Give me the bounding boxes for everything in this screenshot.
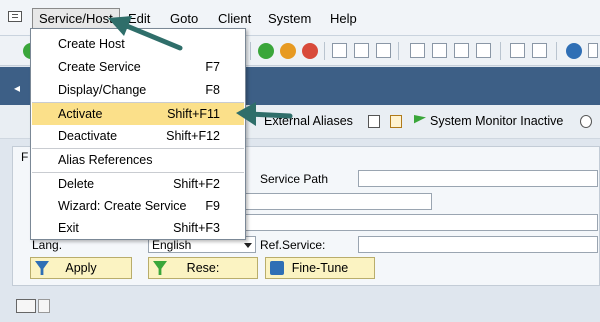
ref-service-input[interactable] <box>358 236 598 253</box>
menu-item-activate[interactable]: Activate Shift+F11 <box>32 103 244 125</box>
apply-label: Apply <box>65 261 97 275</box>
find-next-icon[interactable] <box>376 43 391 58</box>
ref-service-label: Ref.Service: <box>260 238 326 252</box>
service-path-input[interactable] <box>358 170 598 187</box>
lang-label: Lang. <box>32 238 63 252</box>
fine-tune-label: Fine-Tune <box>291 261 349 275</box>
filter-icon <box>35 261 49 275</box>
menu-item-shortcut: Shift+F3 <box>173 221 220 235</box>
title-arrow-icon: ◂ <box>14 81 21 95</box>
menu-item-display-change[interactable]: Display/Change F8 <box>32 79 244 101</box>
panel-label: F <box>21 150 29 164</box>
menu-item-label: Alias References <box>58 153 153 167</box>
menu-item-shortcut: Shift+F11 <box>167 107 220 121</box>
annotation-arrow-activate <box>236 102 293 126</box>
layout-menu-icon[interactable] <box>588 43 598 58</box>
service-host-menu: Create Host Create Service F7 Display/Ch… <box>30 28 246 240</box>
footer-dropdown-icon[interactable] <box>38 299 50 313</box>
menu-item-label: Wizard: Create Service <box>58 199 187 213</box>
apply-button[interactable]: Apply <box>30 257 132 279</box>
flag-icon <box>414 115 426 124</box>
fine-tune-button[interactable]: Fine-Tune <box>265 257 375 279</box>
menu-item-label: Create Service <box>58 60 141 74</box>
menu-help[interactable]: Help <box>330 11 357 26</box>
menu-item-label: Delete <box>58 177 95 191</box>
back-icon[interactable] <box>258 43 274 59</box>
reset-label: Rese: <box>186 261 220 275</box>
menu-system[interactable]: System <box>268 11 311 26</box>
next-page-icon[interactable] <box>454 43 469 58</box>
last-page-icon[interactable] <box>476 43 491 58</box>
print-icon[interactable] <box>332 43 347 58</box>
annotation-arrow-menu <box>108 16 183 51</box>
fine-tune-icon <box>270 261 284 275</box>
previous-page-icon[interactable] <box>432 43 447 58</box>
magic-wand-icon[interactable] <box>390 115 402 128</box>
new-session-icon[interactable] <box>510 43 525 58</box>
lang-select-value: English <box>152 238 192 252</box>
menu-item-wizard-create-service[interactable]: Wizard: Create Service F9 <box>32 195 244 217</box>
find-icon[interactable] <box>354 43 369 58</box>
system-menu-icon[interactable] <box>8 11 22 22</box>
shortcut-icon[interactable] <box>532 43 547 58</box>
menu-item-shortcut: Shift+F2 <box>173 177 220 191</box>
menu-item-shortcut: Shift+F12 <box>166 129 220 143</box>
reset-filter-icon <box>153 261 167 275</box>
service-path-label: Service Path <box>260 172 329 186</box>
document-icon[interactable] <box>368 115 380 128</box>
menu-item-label: Display/Change <box>58 83 147 97</box>
menu-item-create-service[interactable]: Create Service F7 <box>32 56 244 78</box>
exit-icon[interactable] <box>280 43 296 59</box>
text-input-1[interactable] <box>240 193 432 210</box>
first-page-icon[interactable] <box>410 43 425 58</box>
menu-item-label: Deactivate <box>58 129 118 143</box>
help-icon[interactable] <box>566 43 582 59</box>
menu-client[interactable]: Client <box>218 11 251 26</box>
system-monitor-label: System Monitor Inactive <box>430 114 564 128</box>
menu-item-alias-references[interactable]: Alias References <box>32 149 244 171</box>
menu-item-label: Activate <box>58 107 103 121</box>
text-input-2[interactable] <box>240 214 598 231</box>
settings-icon[interactable] <box>580 115 592 128</box>
system-monitor-button[interactable]: System Monitor Inactive <box>414 114 563 128</box>
menu-item-exit[interactable]: Exit Shift+F3 <box>32 217 244 239</box>
menu-item-shortcut: F9 <box>205 199 220 213</box>
menu-item-deactivate[interactable]: Deactivate Shift+F12 <box>32 125 244 147</box>
footer-bar <box>0 290 600 322</box>
chevron-down-icon <box>244 243 252 248</box>
cancel-icon[interactable] <box>302 43 318 59</box>
menu-item-delete[interactable]: Delete Shift+F2 <box>32 173 244 195</box>
menu-item-shortcut: F8 <box>205 83 220 97</box>
menu-item-shortcut: F7 <box>205 60 220 74</box>
reset-button[interactable]: Rese: <box>148 257 258 279</box>
printer-icon[interactable] <box>16 299 36 313</box>
menu-item-label: Exit <box>58 221 79 235</box>
